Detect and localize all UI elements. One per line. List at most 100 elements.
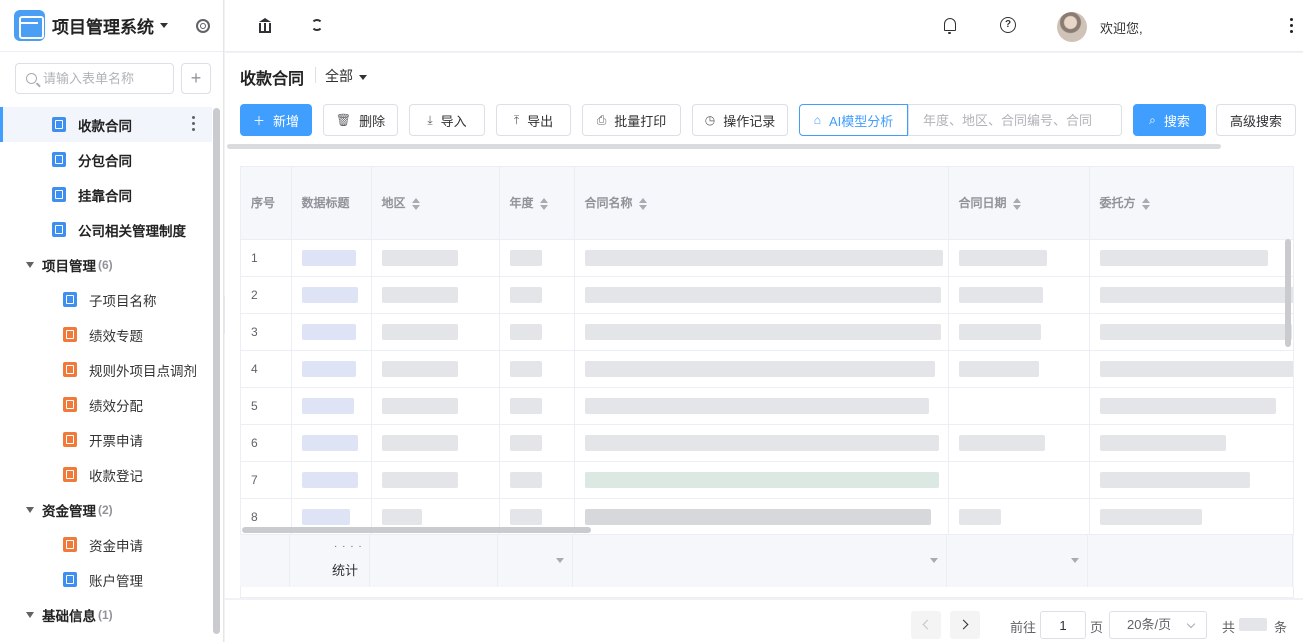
sidebar-item-fund-request[interactable]: 资金申请 bbox=[0, 527, 212, 562]
redacted-cell bbox=[291, 239, 372, 277]
import-button[interactable]: ⤓ 导入 bbox=[409, 104, 485, 136]
table-row[interactable]: 7 bbox=[241, 461, 1293, 499]
sidebar-item-company-policy[interactable]: 公司相关管理制度 bbox=[0, 212, 212, 247]
more-vertical-icon[interactable] bbox=[1290, 18, 1294, 36]
sort-icon[interactable] bbox=[1012, 198, 1021, 211]
batch-print-button[interactable]: ⎙ 批量打印 bbox=[582, 104, 681, 136]
sidebar-item-subproject[interactable]: 子项目名称 bbox=[0, 282, 212, 317]
column-header-region[interactable]: 地区 bbox=[371, 167, 500, 240]
chevron-down-icon[interactable] bbox=[556, 558, 564, 563]
redacted-cell bbox=[1089, 424, 1293, 462]
sidebar-item-label: 绩效分配 bbox=[89, 398, 143, 414]
table-row[interactable]: 1 bbox=[241, 239, 1293, 277]
robot-icon: ⌂ bbox=[813, 113, 821, 127]
chevron-down-icon[interactable] bbox=[1071, 558, 1079, 563]
sidebar-item-invoice-request[interactable]: 开票申请 bbox=[0, 422, 212, 457]
operation-log-button-label: 操作记录 bbox=[723, 113, 776, 129]
redacted-cell bbox=[574, 498, 949, 536]
redacted-value bbox=[509, 471, 542, 488]
sidebar-item-performance-topic[interactable]: 绩效专题 bbox=[0, 317, 212, 352]
sidebar-group-basic-info[interactable]: 基础信息 (1) bbox=[0, 597, 212, 632]
chevron-down-icon[interactable] bbox=[160, 23, 168, 28]
column-header-client[interactable]: 委托方 bbox=[1089, 167, 1293, 240]
sidebar-item-subcontract[interactable]: 分包合同 bbox=[0, 142, 212, 177]
advanced-search-button[interactable]: 高级搜索 bbox=[1216, 104, 1296, 136]
sort-icon[interactable] bbox=[411, 198, 420, 211]
redacted-cell bbox=[499, 276, 575, 314]
sidebar-add-button[interactable]: + bbox=[181, 63, 211, 94]
sort-icon[interactable] bbox=[539, 198, 548, 211]
summary-cell[interactable] bbox=[947, 535, 1088, 587]
redacted-value bbox=[301, 397, 354, 414]
sidebar-item-account-management[interactable]: 账户管理 bbox=[0, 562, 212, 597]
column-header-year[interactable]: 年度 bbox=[499, 167, 575, 240]
form-icon bbox=[63, 467, 77, 482]
column-header-label: 委托方 bbox=[1099, 196, 1136, 211]
table-row[interactable]: 2 bbox=[241, 276, 1293, 314]
page-number-input[interactable] bbox=[1040, 611, 1086, 639]
home-bank-icon[interactable] bbox=[258, 18, 272, 33]
redacted-value bbox=[1099, 397, 1276, 414]
table-row[interactable]: 4 bbox=[241, 350, 1293, 388]
redacted-value bbox=[1099, 471, 1250, 488]
search-button[interactable]: ⌕ 搜索 bbox=[1133, 104, 1206, 136]
sort-icon[interactable] bbox=[638, 198, 647, 211]
redacted-cell bbox=[574, 424, 949, 462]
table-search-input[interactable] bbox=[908, 104, 1122, 136]
table-vertical-scrollbar[interactable] bbox=[1285, 239, 1291, 347]
add-button[interactable]: ＋ 新增 bbox=[240, 104, 312, 136]
trash-icon: 🗑 bbox=[335, 113, 352, 127]
redacted-total bbox=[1239, 618, 1267, 631]
redacted-value bbox=[1099, 286, 1293, 303]
caret-down-icon bbox=[26, 261, 34, 268]
sidebar-scrollbar[interactable] bbox=[213, 108, 220, 634]
printer-icon: ⎙ bbox=[596, 112, 607, 127]
next-page-button[interactable] bbox=[950, 611, 980, 639]
page-size-select[interactable]: 20条/页 bbox=[1109, 611, 1207, 639]
sidebar-item-point-adjustment[interactable]: 规则外项目点调剂 bbox=[0, 352, 212, 387]
gear-icon[interactable] bbox=[196, 19, 210, 33]
export-button[interactable]: ⤒ 导出 bbox=[496, 104, 571, 136]
sort-icon[interactable] bbox=[1141, 198, 1150, 211]
redacted-value bbox=[509, 360, 542, 377]
welcome-text: 欢迎您, bbox=[1100, 21, 1143, 36]
operation-log-button[interactable]: ◷ 操作记录 bbox=[692, 104, 788, 136]
sidebar-group-fund-management[interactable]: 资金管理 (2) bbox=[0, 492, 212, 527]
column-header-contract-date[interactable]: 合同日期 bbox=[948, 167, 1090, 240]
summary-dots: · · · · bbox=[334, 541, 363, 552]
sidebar-item-receipt-contract[interactable]: 收款合同 bbox=[0, 107, 212, 142]
ai-analysis-button[interactable]: ⌂ AI模型分析 bbox=[799, 104, 908, 136]
view-filter-dropdown[interactable]: 全部 bbox=[325, 66, 367, 86]
summary-cell[interactable] bbox=[498, 535, 573, 587]
sidebar-item-label: 公司相关管理制度 bbox=[78, 223, 186, 239]
refresh-icon[interactable] bbox=[311, 19, 323, 31]
summary-cell[interactable] bbox=[573, 535, 947, 587]
sidebar-search-input[interactable] bbox=[43, 71, 163, 86]
sidebar-item-performance-allocation[interactable]: 绩效分配 bbox=[0, 387, 212, 422]
help-icon[interactable]: ? bbox=[1000, 17, 1016, 33]
avatar[interactable] bbox=[1057, 12, 1087, 42]
redacted-value bbox=[584, 508, 931, 525]
table-row[interactable]: 5 bbox=[241, 387, 1293, 425]
delete-button[interactable]: 🗑 删除 bbox=[323, 104, 398, 136]
row-index: 3 bbox=[241, 313, 292, 351]
search-icon: ⌕ bbox=[1149, 112, 1156, 127]
brand[interactable]: 项目管理系统 bbox=[0, 0, 223, 52]
table-row[interactable]: 6 bbox=[241, 424, 1293, 462]
delete-button-label: 删除 bbox=[359, 113, 386, 129]
sidebar-group-project-management[interactable]: 项目管理 (6) bbox=[0, 247, 212, 282]
table-row[interactable]: 3 bbox=[241, 313, 1293, 351]
sidebar-item-receipt-registration[interactable]: 收款登记 bbox=[0, 457, 212, 492]
sidebar-item-affiliation-contract[interactable]: 挂靠合同 bbox=[0, 177, 212, 212]
table-horizontal-scrollbar[interactable] bbox=[242, 527, 591, 533]
prev-page-button[interactable] bbox=[911, 611, 941, 639]
bell-icon[interactable] bbox=[944, 18, 956, 34]
chevron-down-icon[interactable] bbox=[930, 558, 938, 563]
redacted-value bbox=[381, 360, 458, 377]
form-icon bbox=[52, 117, 66, 132]
toolbar-scrollbar[interactable] bbox=[227, 144, 1221, 149]
column-header-contract-name[interactable]: 合同名称 bbox=[574, 167, 949, 240]
main-content: 收款合同 全部 ＋ 新增 🗑 删除 ⤓ 导入 ⤒ 导出 ⎙ 批量打印 ◷ 操作记录 ⌂ AI模… bbox=[225, 53, 1303, 598]
more-vertical-icon[interactable] bbox=[192, 116, 196, 134]
redacted-cell bbox=[948, 276, 1090, 314]
